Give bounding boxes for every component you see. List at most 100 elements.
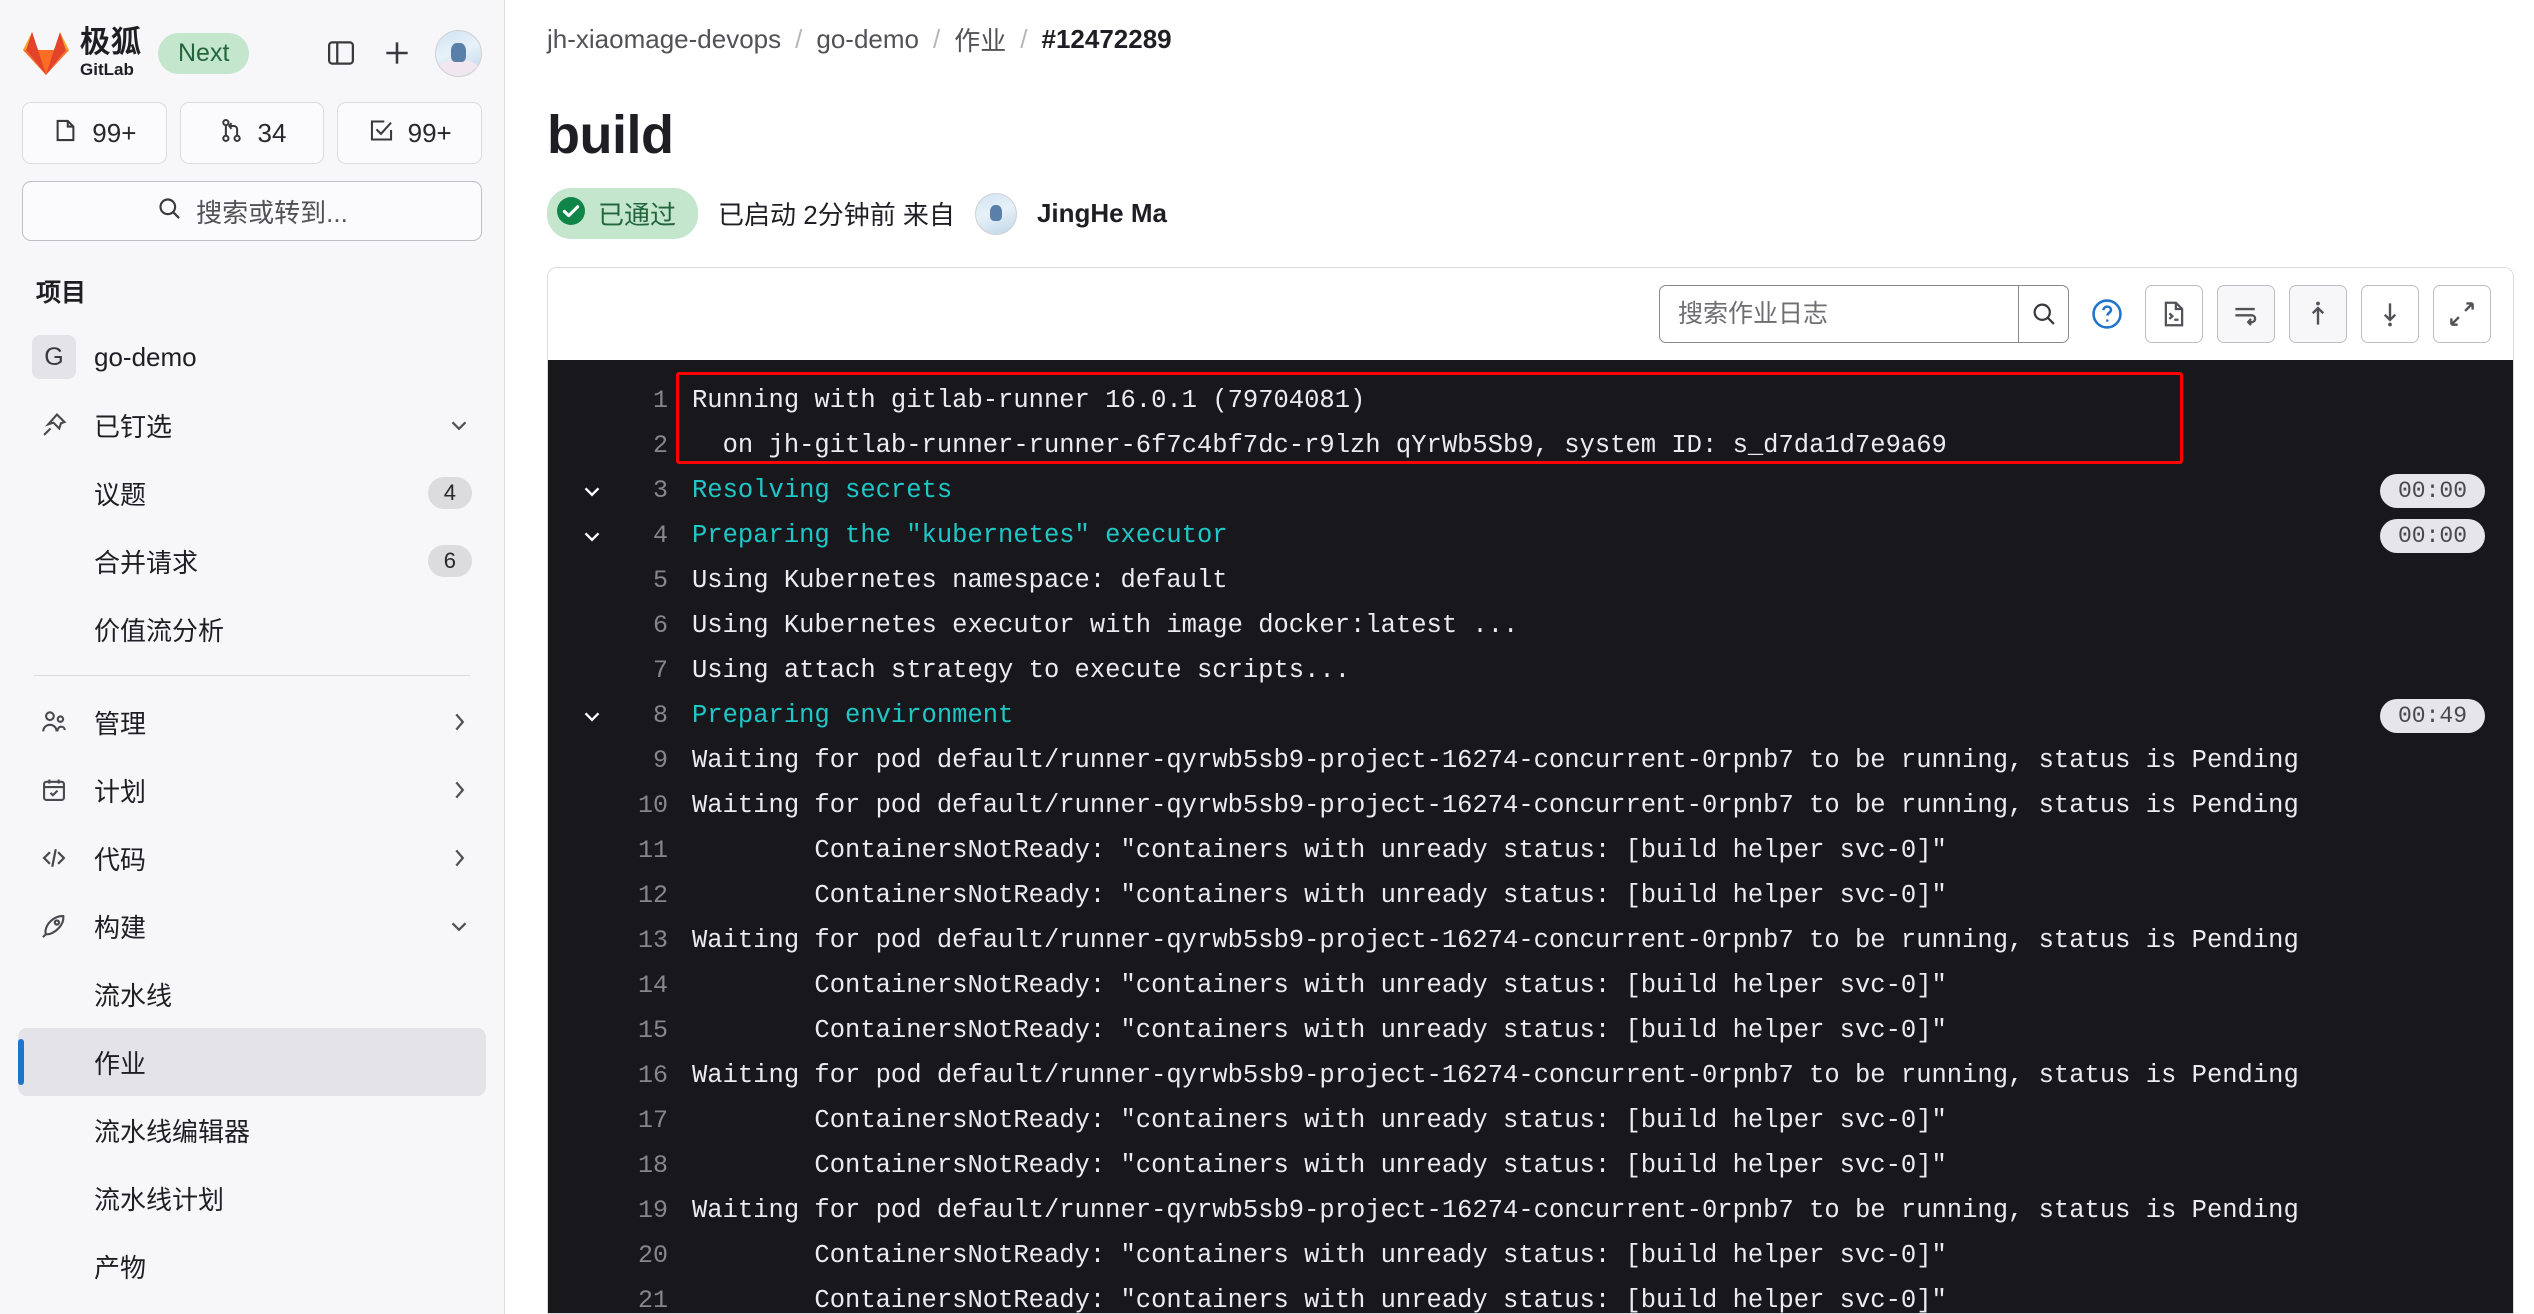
search-placeholder: 搜索或转到...	[196, 197, 348, 228]
counter-row: 99+ 34 99+	[22, 102, 483, 164]
log-line: 17 ContainersNotReady: "containers with …	[548, 1098, 2513, 1143]
avatar[interactable]	[974, 192, 1017, 235]
sidebar-item-code[interactable]: 代码	[18, 824, 486, 892]
help-icon[interactable]	[2083, 290, 2131, 338]
chevron-down-icon[interactable]	[446, 913, 472, 939]
job-user-name[interactable]: JingHe Ma	[1037, 198, 1167, 229]
log-line: 15 ContainersNotReady: "containers with …	[548, 1008, 2513, 1053]
log-line-text: ContainersNotReady: "containers with unr…	[692, 1241, 1947, 1270]
log-line: 1 Running with gitlab-runner 16.0.1 (7970…	[548, 378, 2513, 423]
sidebar-item-label: 流水线计划	[94, 1184, 225, 1215]
sidebar-top: 极狐 GitLab Next 99+ 34 99+ 搜索或转到...	[0, 0, 504, 241]
log-gutter-spacer	[568, 603, 616, 648]
sidebar-item-label: 产物	[94, 1252, 147, 1283]
sidebar-item-label: 价值流分析	[94, 615, 225, 646]
log-line: 21 ContainersNotReady: "containers with …	[548, 1278, 2513, 1313]
job-started-text: 已启动 2分钟前 来自	[718, 200, 955, 230]
log-line: 7 Using attach strategy to execute script…	[548, 648, 2513, 693]
chevron-right-icon[interactable]	[446, 709, 472, 735]
sidebar-item-label: 已钉选	[94, 411, 173, 442]
users-icon	[32, 708, 76, 736]
log-gutter-spacer	[568, 1008, 616, 1053]
counter-value: 99+	[92, 117, 137, 148]
sidebar-item-merge-requests[interactable]: 合并请求 6	[18, 527, 486, 595]
sidebar-item-label: 代码	[94, 844, 147, 875]
collapse-section-icon[interactable]	[568, 693, 616, 738]
scroll-top-icon[interactable]	[2289, 285, 2347, 343]
merge-request-icon	[218, 117, 245, 149]
breadcrumb-item-current[interactable]: #12472289	[1041, 24, 1171, 55]
rocket-icon	[32, 912, 76, 940]
log-line-number: 1	[652, 386, 668, 415]
chevron-down-icon[interactable]	[446, 412, 472, 438]
breadcrumb-item-jobs[interactable]: 作业	[954, 21, 1006, 58]
user-avatar[interactable]	[435, 29, 482, 77]
search-icon[interactable]	[2018, 286, 2068, 342]
breadcrumb-item-group[interactable]: jh-xiaomage-devops	[547, 24, 781, 55]
log-gutter-spacer	[568, 1098, 616, 1143]
sidebar-item-plan[interactable]: 计划	[18, 756, 486, 824]
sidebar-item-pipeline-schedules[interactable]: 流水线计划	[18, 1164, 486, 1232]
log-line: 19 Waiting for pod default/runner-qyrwb5s…	[548, 1188, 2513, 1233]
sidebar-item-value-stream[interactable]: 价值流分析	[18, 595, 486, 663]
log-line-text: Waiting for pod default/runner-qyrwb5sb9…	[692, 1061, 2299, 1090]
sidebar: 极狐 GitLab Next 99+ 34 99+ 搜索或转到... 项目 G …	[0, 0, 505, 1314]
log-line-number: 13	[637, 926, 668, 955]
sidebar-item-build[interactable]: 构建	[18, 892, 486, 960]
pin-icon	[32, 411, 76, 439]
log-line-number: 14	[637, 971, 668, 1000]
log-line-text: Resolving secrets	[692, 476, 953, 505]
sidebar-item-artifacts[interactable]: 产物	[18, 1232, 486, 1300]
sidebar-item-issues[interactable]: 议题 4	[18, 459, 486, 527]
log-line-number: 20	[637, 1241, 668, 1270]
sidebar-item-project[interactable]: G go-demo	[18, 323, 486, 391]
gitlab-logo-icon[interactable]	[22, 30, 70, 76]
app-root: 极狐 GitLab Next 99+ 34 99+ 搜索或转到... 项目 G …	[0, 0, 2534, 1314]
sidebar-item-label: go-demo	[94, 341, 197, 372]
search-input[interactable]	[1660, 286, 2018, 342]
scroll-bottom-icon[interactable]	[2361, 285, 2419, 343]
log-gutter-spacer	[568, 1188, 616, 1233]
status-label: 已通过	[598, 200, 677, 230]
collapse-section-icon[interactable]	[568, 513, 616, 558]
log-line: 13 Waiting for pod default/runner-qyrwb5s…	[548, 918, 2513, 963]
breadcrumb-item-project[interactable]: go-demo	[816, 24, 919, 55]
search-icon	[156, 195, 183, 227]
chevron-right-icon[interactable]	[446, 777, 472, 803]
main-content: jh-xiaomage-devops / go-demo / 作业 / #124…	[505, 0, 2534, 1314]
sidebar-item-pipeline-editor[interactable]: 流水线编辑器	[18, 1096, 486, 1164]
log-search-box[interactable]	[1659, 285, 2069, 343]
log-line-number: 15	[637, 1016, 668, 1045]
job-log-terminal[interactable]: 1 Running with gitlab-runner 16.0.1 (7970…	[548, 360, 2513, 1313]
sidebar-item-label: 流水线编辑器	[94, 1116, 251, 1147]
chevron-right-icon[interactable]	[446, 845, 472, 871]
create-new-icon[interactable]	[369, 25, 425, 81]
sidebar-item-pipelines[interactable]: 流水线	[18, 960, 486, 1028]
log-line-number: 21	[637, 1286, 668, 1313]
todos-counter-button[interactable]: 99+	[337, 102, 483, 164]
log-line: 14 ContainersNotReady: "containers with …	[548, 963, 2513, 1008]
wrap-lines-icon[interactable]	[2217, 285, 2275, 343]
log-line-text: Running with gitlab-runner 16.0.1 (79704…	[692, 386, 1366, 415]
breadcrumb-separator: /	[933, 23, 941, 54]
breadcrumb: jh-xiaomage-devops / go-demo / 作业 / #124…	[505, 0, 2534, 78]
counter-value: 34	[257, 117, 287, 148]
toggle-sidebar-icon[interactable]	[313, 25, 369, 81]
counter-value: 99+	[407, 117, 452, 148]
log-line: 6 Using Kubernetes executor with image do…	[548, 603, 2513, 648]
sidebar-nav: 项目 G go-demo 已钉选 议题 4 合并请求 6 价值流分析 管理 计划…	[0, 261, 504, 1314]
sidebar-item-manage[interactable]: 管理	[18, 688, 486, 756]
search-input[interactable]: 搜索或转到...	[22, 181, 482, 241]
fullscreen-icon[interactable]	[2433, 285, 2491, 343]
merge-requests-counter-button[interactable]: 34	[179, 102, 325, 164]
log-line-text: Waiting for pod default/runner-qyrwb5sb9…	[692, 1196, 2299, 1225]
log-line-number: 10	[637, 791, 668, 820]
sidebar-item-pinned[interactable]: 已钉选	[18, 391, 486, 459]
issues-counter-button[interactable]: 99+	[22, 102, 167, 164]
log-gutter-spacer	[568, 963, 616, 1008]
log-line: 3 Resolving secrets 00:00	[548, 468, 2513, 513]
sidebar-item-jobs[interactable]: 作业	[18, 1028, 486, 1096]
issues-icon	[52, 117, 79, 149]
collapse-section-icon[interactable]	[568, 468, 616, 513]
raw-log-icon[interactable]	[2145, 285, 2203, 343]
